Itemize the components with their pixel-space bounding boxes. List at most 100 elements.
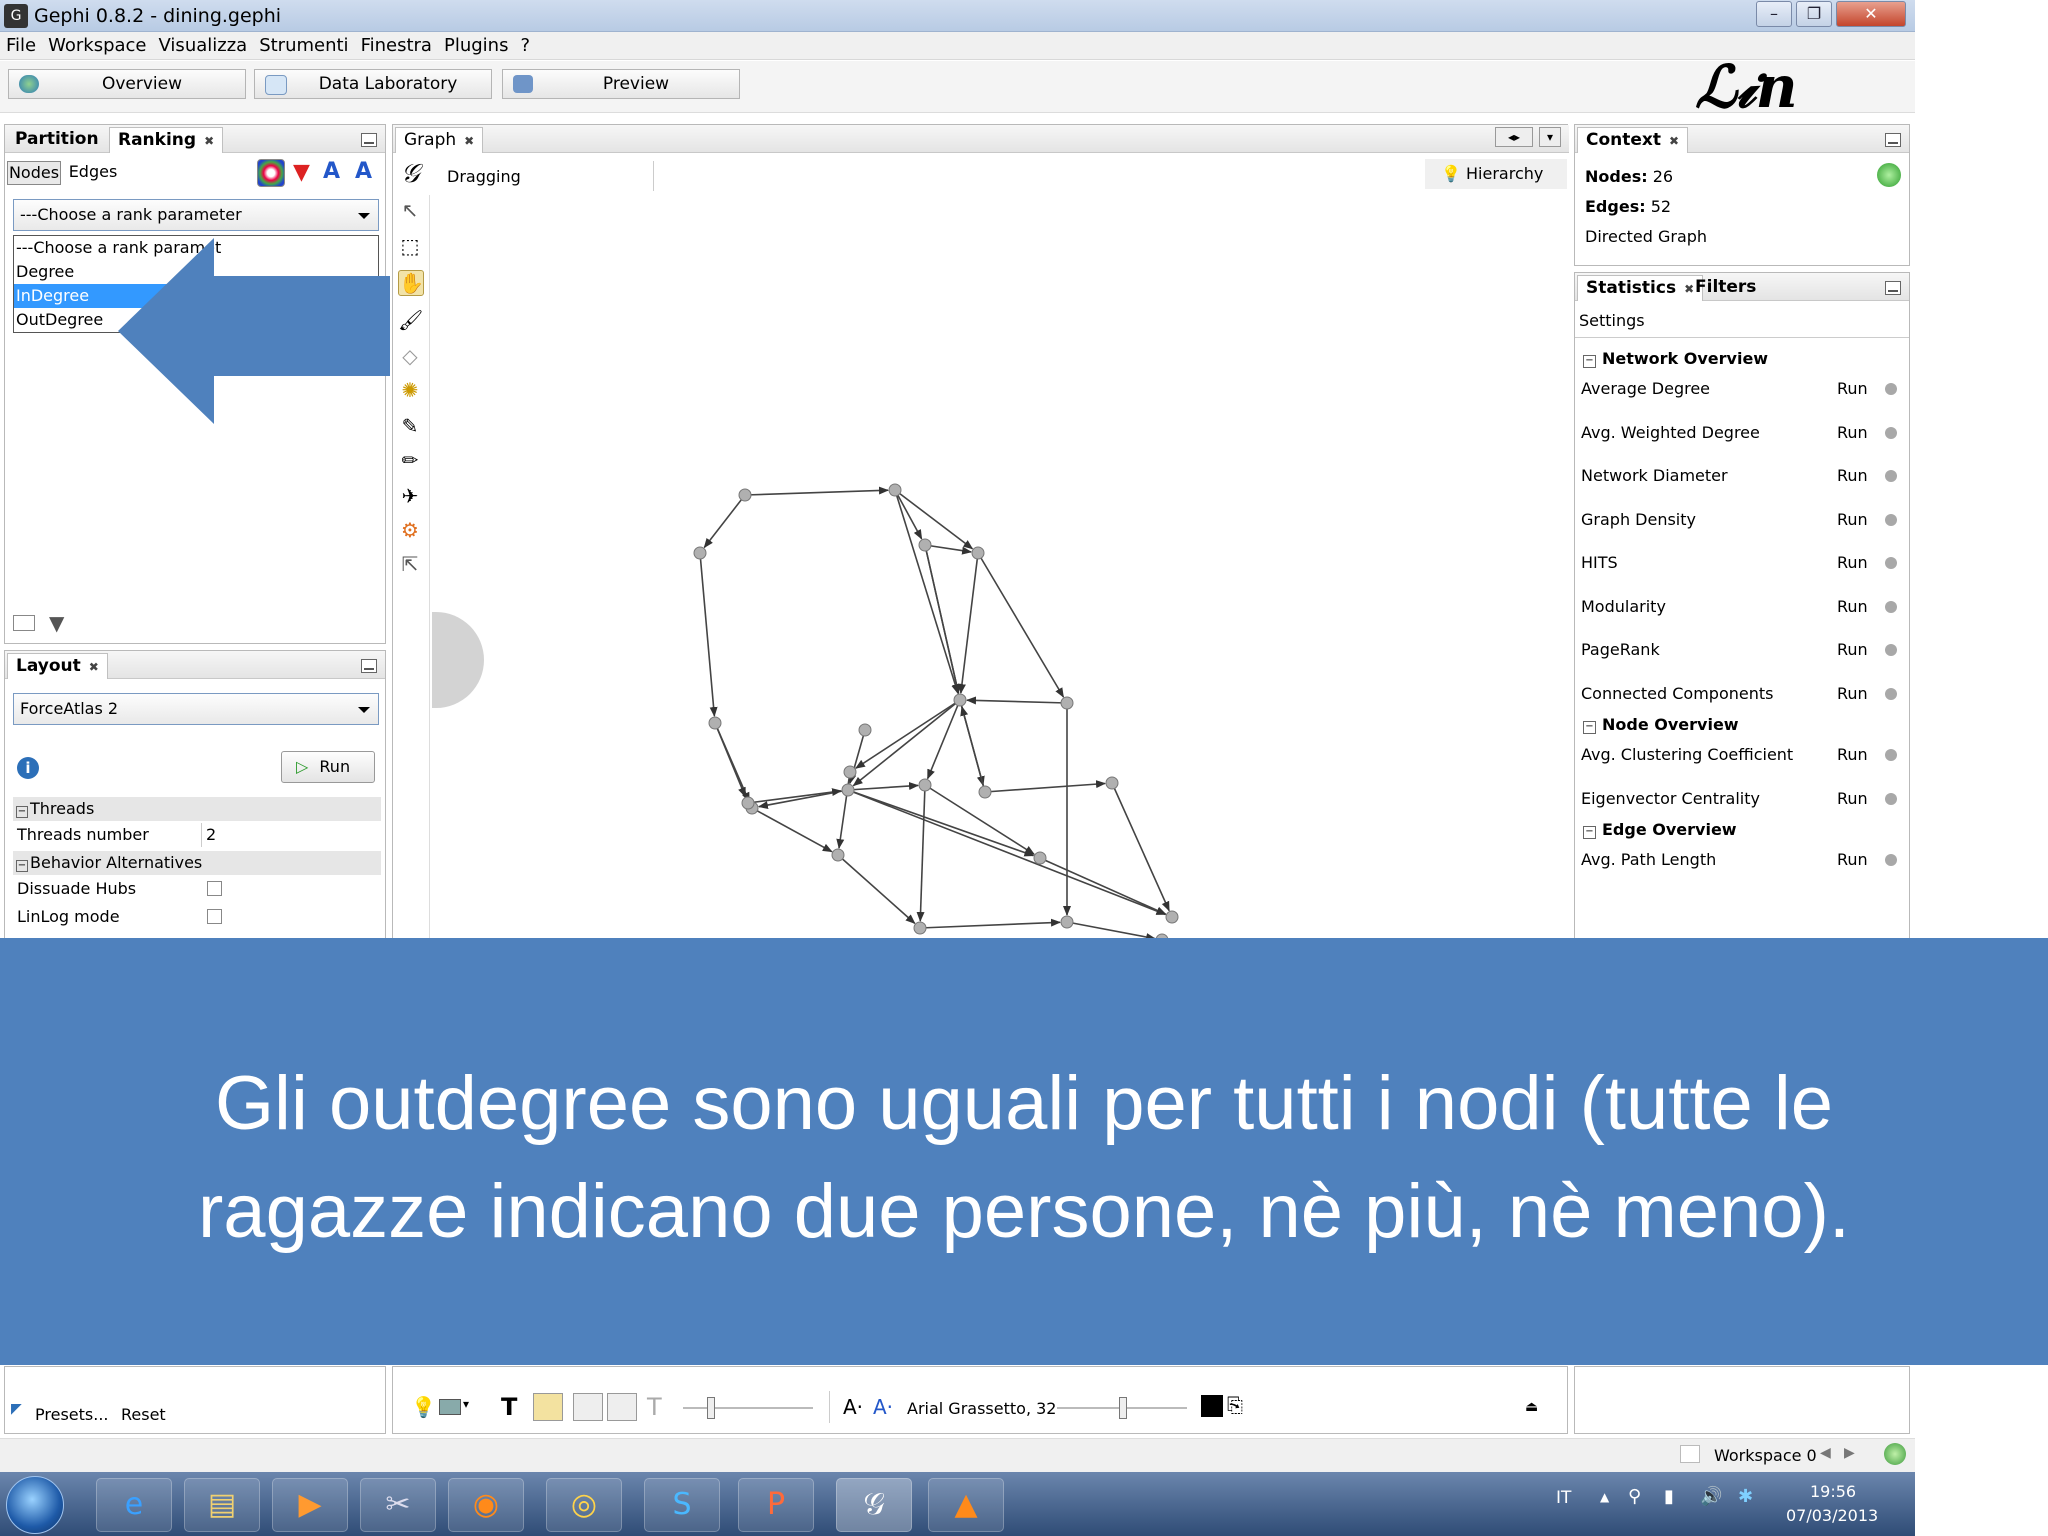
minimize-panel-icon[interactable] xyxy=(361,659,377,673)
run-statistic-button[interactable]: Run xyxy=(1837,553,1868,572)
edge-color-icon[interactable] xyxy=(573,1393,603,1421)
menu-plugins[interactable]: Plugins xyxy=(438,32,514,56)
node-overview-section[interactable]: − Node Overview xyxy=(1583,715,1739,734)
threads-section[interactable]: − Threads xyxy=(13,797,381,821)
graph-node[interactable] xyxy=(831,848,845,862)
run-statistic-button[interactable]: Run xyxy=(1837,789,1868,808)
run-statistic-button[interactable]: Run xyxy=(1837,510,1868,529)
linlog-checkbox[interactable] xyxy=(207,909,222,924)
tab-graph[interactable]: Graph ✖ xyxy=(395,127,484,153)
attributes-icon[interactable]: ⎘ xyxy=(1227,1393,1243,1417)
skype-icon[interactable]: S xyxy=(644,1478,720,1532)
label-color-icon[interactable]: A xyxy=(323,159,351,185)
highlight-icon[interactable] xyxy=(533,1393,563,1421)
diamond-icon[interactable]: ◇ xyxy=(398,344,422,368)
graph-edge[interactable] xyxy=(960,705,986,793)
presets-button[interactable]: Presets... xyxy=(35,1405,108,1424)
label-t-icon[interactable]: T xyxy=(647,1393,662,1421)
graph-node[interactable] xyxy=(888,483,902,497)
close-tab-icon[interactable]: ✖ xyxy=(89,660,99,674)
edge-label-icon[interactable] xyxy=(607,1393,637,1421)
graph-node[interactable] xyxy=(1165,910,1179,924)
graph-edge[interactable] xyxy=(894,489,974,550)
graph-edge[interactable] xyxy=(957,552,979,695)
graph-edge[interactable] xyxy=(837,854,916,925)
behavior-section[interactable]: − Behavior Alternatives xyxy=(13,851,381,875)
close-tab-icon[interactable]: ✖ xyxy=(1669,134,1679,148)
layout-run-button[interactable]: ▷ Run xyxy=(281,751,375,783)
graph-edge[interactable] xyxy=(852,699,961,787)
tab-filters[interactable]: Filters xyxy=(1687,275,1764,300)
graph-node[interactable] xyxy=(971,546,985,560)
label-size-icon[interactable]: A xyxy=(355,159,383,185)
maximize-button[interactable]: ❐ xyxy=(1796,1,1832,27)
graph-edge[interactable] xyxy=(984,780,1107,793)
show-hidden-icons[interactable]: ▲ xyxy=(1600,1490,1609,1504)
scroll-tabs-button[interactable]: ◂▸ xyxy=(1495,127,1533,147)
overview-button[interactable]: Overview xyxy=(8,69,246,99)
run-statistic-button[interactable]: Run xyxy=(1837,597,1868,616)
menu-help[interactable]: ? xyxy=(514,32,536,56)
graph-node[interactable] xyxy=(708,716,722,730)
bluetooth-icon[interactable]: ✱ xyxy=(1738,1486,1753,1507)
slider-thumb[interactable] xyxy=(1119,1397,1127,1419)
firefox-icon[interactable]: ◉ xyxy=(448,1478,524,1532)
lightbulb-icon[interactable]: 💡 xyxy=(411,1395,436,1419)
menu-finestra[interactable]: Finestra xyxy=(355,32,438,56)
gephi-taskbar-icon[interactable]: 𝒢 xyxy=(836,1478,912,1532)
tab-layout[interactable]: Layout ✖ xyxy=(7,653,108,679)
graph-edge[interactable] xyxy=(924,544,973,555)
chevron-down-icon[interactable]: ▾ xyxy=(463,1397,469,1411)
graph-edge[interactable] xyxy=(916,784,926,923)
font-decrease-icon[interactable]: A· xyxy=(843,1395,863,1419)
preview-button[interactable]: Preview xyxy=(502,69,740,99)
label-color-swatch[interactable] xyxy=(1201,1395,1223,1417)
size-diamond-icon[interactable]: ▼ xyxy=(293,161,319,185)
graph-canvas[interactable] xyxy=(430,194,1566,938)
graph-edge[interactable] xyxy=(924,544,961,695)
graph-edge[interactable] xyxy=(977,552,1065,698)
snipping-tool-icon[interactable]: ✂ xyxy=(360,1478,436,1532)
file-explorer-icon[interactable]: ▤ xyxy=(184,1478,260,1532)
refresh-icon[interactable] xyxy=(1877,163,1901,187)
tab-ranking[interactable]: Ranking ✖ xyxy=(109,127,224,153)
graph-node[interactable] xyxy=(858,723,872,737)
pointer-icon[interactable]: ↖ xyxy=(398,198,422,222)
close-tab-icon[interactable]: ✖ xyxy=(204,134,214,148)
graph-node[interactable] xyxy=(843,765,857,779)
graph-node[interactable] xyxy=(913,921,927,935)
graph-edge[interactable] xyxy=(847,789,1035,857)
graph-edge[interactable] xyxy=(1039,857,1167,915)
clock-time[interactable]: 19:56 xyxy=(1810,1482,1856,1501)
help-pointer-icon[interactable]: ⇱ xyxy=(398,552,422,576)
menu-workspace[interactable]: Workspace xyxy=(42,32,152,56)
graph-edge[interactable] xyxy=(919,918,1062,929)
edge-pencil-icon[interactable]: ✏ xyxy=(398,448,422,472)
pencil-icon[interactable]: ✎ xyxy=(398,414,422,438)
graph-edge[interactable] xyxy=(744,486,890,496)
brush-icon[interactable]: 🖌 xyxy=(398,308,423,332)
graph-node[interactable] xyxy=(738,488,752,502)
graph-edge[interactable] xyxy=(747,788,843,804)
tab-list-button[interactable]: ▾ xyxy=(1539,127,1561,147)
network-icon[interactable]: ⚲ xyxy=(1628,1486,1641,1507)
graph-edge[interactable] xyxy=(965,696,1068,705)
label-font[interactable]: Arial Grassetto, 32 xyxy=(907,1399,1056,1418)
rectangle-select-icon[interactable]: ⬚ xyxy=(398,234,422,258)
subtab-nodes[interactable]: Nodes xyxy=(7,161,61,185)
powerpoint-icon[interactable]: P xyxy=(738,1478,814,1532)
data-laboratory-button[interactable]: Data Laboratory xyxy=(254,69,492,99)
menu-strumenti[interactable]: Strumenti xyxy=(253,32,354,56)
graph-node[interactable] xyxy=(1060,915,1074,929)
graph-edge[interactable] xyxy=(836,771,851,850)
graph-edge[interactable] xyxy=(855,699,961,769)
run-statistic-button[interactable]: Run xyxy=(1837,379,1868,398)
graph-node[interactable] xyxy=(1033,851,1047,865)
close-button[interactable]: ✕ xyxy=(1836,1,1906,27)
workspace-globe-icon[interactable] xyxy=(1884,1443,1906,1465)
hierarchy-button[interactable]: 💡 Hierarchy xyxy=(1425,159,1567,189)
graph-node[interactable] xyxy=(978,785,992,799)
chrome-icon[interactable]: ◎ xyxy=(546,1478,622,1532)
graph-node[interactable] xyxy=(841,783,855,797)
run-statistic-button[interactable]: Run xyxy=(1837,850,1868,869)
